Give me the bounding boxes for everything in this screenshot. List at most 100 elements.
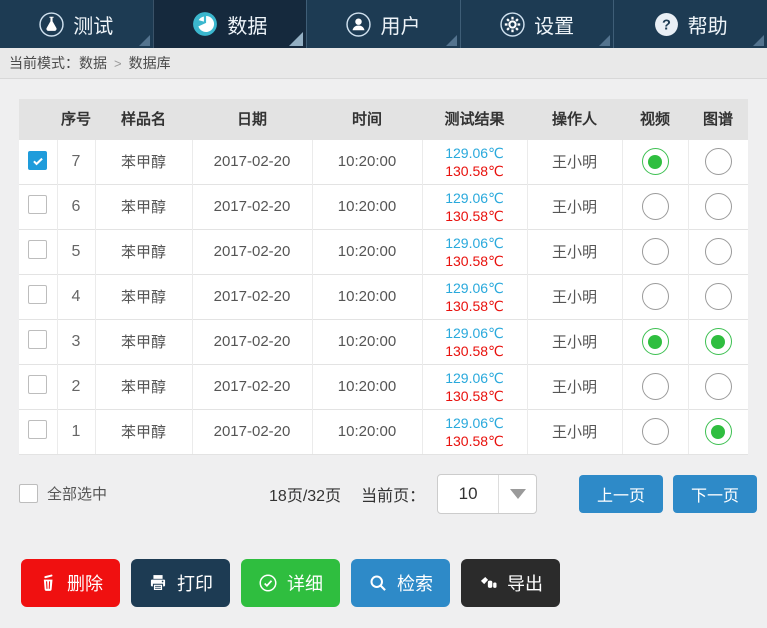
tab-user[interactable]: 用户 (306, 0, 460, 48)
prev-page-button[interactable]: 上一页 (579, 475, 663, 513)
cell-test-result: 129.06℃ 130.58℃ (422, 274, 527, 319)
spectrum-radio[interactable] (705, 193, 732, 220)
cell-sample-name: 苯甲醇 (95, 319, 192, 364)
cell-date: 2017-02-20 (192, 229, 312, 274)
result-temp-low: 130.58℃ (423, 342, 527, 360)
header-operator: 操作人 (527, 99, 622, 139)
delete-button[interactable]: 删除 (21, 559, 120, 607)
radio-dot (711, 425, 725, 439)
result-temp-low: 130.58℃ (423, 162, 527, 180)
select-all-label: 全部选中 (47, 483, 107, 504)
result-temp-high: 129.06℃ (423, 279, 527, 297)
cell-date: 2017-02-20 (192, 139, 312, 184)
spectrum-radio[interactable] (705, 148, 732, 175)
cell-number: 4 (57, 274, 95, 319)
video-radio[interactable] (642, 148, 669, 175)
next-page-button[interactable]: 下一页 (673, 475, 757, 513)
cell-test-result: 129.06℃ 130.58℃ (422, 229, 527, 274)
spectrum-radio[interactable] (705, 328, 732, 355)
cell-operator: 王小明 (527, 319, 622, 364)
cell-time: 10:20:00 (312, 274, 422, 319)
cell-date: 2017-02-20 (192, 184, 312, 229)
help-icon: ? (654, 12, 679, 37)
page-nav-buttons: 上一页 下一页 (579, 475, 757, 513)
cell-operator: 王小明 (527, 139, 622, 184)
table-row[interactable]: 7 苯甲醇 2017-02-20 10:20:00 129.06℃ 130.58… (19, 139, 748, 184)
table-row[interactable]: 3 苯甲醇 2017-02-20 10:20:00 129.06℃ 130.58… (19, 319, 748, 364)
row-checkbox[interactable] (28, 240, 47, 259)
cell-number: 2 (57, 364, 95, 409)
tab-corner-triangle (446, 35, 457, 46)
row-checkbox[interactable] (28, 375, 47, 394)
tab-test[interactable]: 测试 (0, 0, 153, 48)
video-radio[interactable] (642, 283, 669, 310)
table-row[interactable]: 2 苯甲醇 2017-02-20 10:20:00 129.06℃ 130.58… (19, 364, 748, 409)
table-header-row: 序号 样品名 日期 时间 测试结果 操作人 视频 图谱 (19, 99, 748, 139)
tab-help[interactable]: ? 帮助 (613, 0, 767, 48)
result-temp-high: 129.06℃ (423, 414, 527, 432)
breadcrumb-separator: > (114, 56, 122, 71)
tab-corner-triangle (599, 35, 610, 46)
breadcrumb: 当前模式：数据 > 数据库 (0, 48, 767, 79)
table-row[interactable]: 6 苯甲醇 2017-02-20 10:20:00 129.06℃ 130.58… (19, 184, 748, 229)
button-label: 详细 (287, 570, 323, 596)
page-info: 18页/32页 (269, 482, 341, 506)
spectrum-radio[interactable] (705, 373, 732, 400)
result-temp-low: 130.58℃ (423, 387, 527, 405)
tab-data[interactable]: 数据 (153, 0, 307, 48)
button-label: 删除 (67, 570, 103, 596)
export-icon (478, 573, 498, 593)
table-body: 7 苯甲醇 2017-02-20 10:20:00 129.06℃ 130.58… (19, 139, 748, 454)
spectrum-radio[interactable] (705, 238, 732, 265)
tab-label: 用户 (380, 10, 420, 39)
result-temp-high: 129.06℃ (423, 234, 527, 252)
cell-date: 2017-02-20 (192, 409, 312, 454)
cell-operator: 王小明 (527, 184, 622, 229)
cell-date: 2017-02-20 (192, 319, 312, 364)
video-radio[interactable] (642, 418, 669, 445)
tab-label: 测试 (73, 10, 113, 39)
header-time: 时间 (312, 99, 422, 139)
video-radio[interactable] (642, 328, 669, 355)
video-radio[interactable] (642, 193, 669, 220)
row-checkbox[interactable] (28, 330, 47, 349)
video-radio[interactable] (642, 238, 669, 265)
flask-icon (39, 12, 64, 37)
tab-label: 设置 (534, 10, 574, 39)
video-radio[interactable] (642, 373, 669, 400)
search-button[interactable]: 检索 (351, 559, 450, 607)
result-temp-high: 129.06℃ (423, 189, 527, 207)
cell-sample-name: 苯甲醇 (95, 274, 192, 319)
select-all-checkbox[interactable] (19, 484, 38, 503)
row-checkbox[interactable] (28, 420, 47, 439)
tab-corner-triangle (289, 32, 303, 46)
row-checkbox[interactable] (28, 285, 47, 304)
select-arrow-box (498, 475, 536, 513)
table-row[interactable]: 4 苯甲醇 2017-02-20 10:20:00 129.06℃ 130.58… (19, 274, 748, 319)
cell-number: 3 (57, 319, 95, 364)
tab-label: 帮助 (688, 10, 728, 39)
cell-sample-name: 苯甲醇 (95, 364, 192, 409)
spectrum-radio[interactable] (705, 283, 732, 310)
cell-test-result: 129.06℃ 130.58℃ (422, 139, 527, 184)
trash-icon (38, 573, 58, 593)
header-spectrum: 图谱 (688, 99, 748, 139)
detail-button[interactable]: 详细 (241, 559, 340, 607)
action-toolbar: 删除 打印 详细 (21, 559, 767, 607)
row-checkbox[interactable] (28, 195, 47, 214)
spectrum-radio[interactable] (705, 418, 732, 445)
cell-test-result: 129.06℃ 130.58℃ (422, 364, 527, 409)
tab-settings[interactable]: 设置 (460, 0, 614, 48)
page-size-value: 10 (438, 475, 498, 513)
page-size-select[interactable]: 10 (437, 474, 537, 514)
export-button[interactable]: 导出 (461, 559, 560, 607)
button-label: 打印 (177, 570, 213, 596)
result-temp-low: 130.58℃ (423, 432, 527, 450)
table-row[interactable]: 1 苯甲醇 2017-02-20 10:20:00 129.06℃ 130.58… (19, 409, 748, 454)
cell-sample-name: 苯甲醇 (95, 409, 192, 454)
row-checkbox[interactable] (28, 151, 47, 170)
print-button[interactable]: 打印 (131, 559, 230, 607)
result-temp-high: 129.06℃ (423, 144, 527, 162)
cell-number: 6 (57, 184, 95, 229)
table-row[interactable]: 5 苯甲醇 2017-02-20 10:20:00 129.06℃ 130.58… (19, 229, 748, 274)
